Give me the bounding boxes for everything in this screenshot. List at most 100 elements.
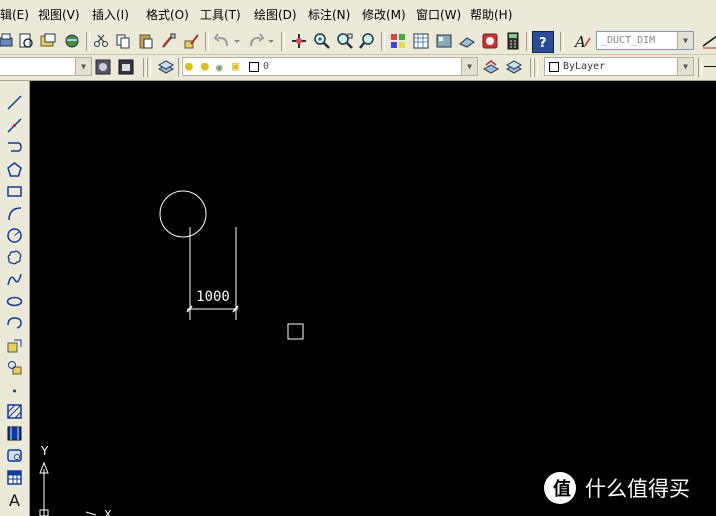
toolbar-separator bbox=[534, 58, 538, 77]
chevron-down-icon[interactable]: ▼ bbox=[75, 58, 91, 75]
lock-ui-icon[interactable] bbox=[116, 57, 136, 77]
undo-dropdown-icon[interactable] bbox=[232, 31, 242, 51]
ellipse-icon[interactable] bbox=[4, 291, 25, 311]
toolbar-separator bbox=[147, 58, 151, 77]
menu-dimension[interactable]: 标注(N) bbox=[308, 6, 350, 23]
toolbar-separator bbox=[86, 32, 90, 51]
tool-palettes-icon[interactable] bbox=[434, 31, 454, 51]
chevron-down-icon[interactable]: ▼ bbox=[677, 58, 693, 75]
drawing-canvas[interactable]: 1000 Y X bbox=[30, 81, 716, 516]
watermark: 值 什么值得买 bbox=[543, 470, 690, 506]
design-center-icon[interactable] bbox=[411, 31, 431, 51]
svg-text:A: A bbox=[9, 491, 20, 508]
text-style-icon[interactable]: A bbox=[572, 31, 592, 51]
menu-help[interactable]: 帮助(H) bbox=[470, 6, 512, 23]
draw-toolbar: A bbox=[0, 81, 30, 516]
sun-icon[interactable]: ● bbox=[201, 58, 209, 75]
menu-view[interactable]: 视图(V) bbox=[38, 6, 80, 23]
linetype-preview[interactable] bbox=[704, 66, 716, 67]
make-block-icon[interactable] bbox=[4, 357, 25, 377]
redo-icon[interactable] bbox=[246, 31, 266, 51]
toolbar-separator bbox=[281, 32, 285, 51]
region-icon[interactable] bbox=[4, 445, 25, 465]
arc-icon[interactable] bbox=[4, 203, 25, 223]
drawing-svg: 1000 Y X bbox=[39, 190, 304, 516]
circle-entity[interactable] bbox=[159, 190, 207, 238]
publish-icon[interactable] bbox=[38, 31, 58, 51]
menu-modify[interactable]: 修改(M) bbox=[362, 6, 406, 23]
zoom-window-icon[interactable] bbox=[335, 31, 355, 51]
cut-icon[interactable] bbox=[91, 31, 111, 51]
layer-combo[interactable]: ● ● ◉ ▣ 0 ▼ bbox=[182, 57, 478, 76]
dimstyle-combo[interactable]: _DUCT_DIM ▼ bbox=[596, 31, 694, 50]
menu-edit[interactable]: 辑(E) bbox=[0, 6, 29, 23]
color-swatch bbox=[549, 62, 559, 72]
lock-icon[interactable]: ▣ bbox=[232, 58, 239, 75]
polygon-icon[interactable] bbox=[4, 159, 25, 179]
calculator-icon[interactable] bbox=[503, 31, 523, 51]
multiline-text-icon[interactable]: A bbox=[4, 489, 25, 509]
zoom-previous-icon[interactable] bbox=[358, 31, 378, 51]
hatch-icon[interactable] bbox=[4, 401, 25, 421]
zoom-realtime-icon[interactable] bbox=[312, 31, 332, 51]
color-combo[interactable]: ByLayer ▼ bbox=[544, 57, 694, 76]
layer-name: 0 bbox=[263, 61, 270, 72]
chevron-down-icon[interactable]: ▼ bbox=[461, 58, 477, 75]
plot-preview-icon[interactable] bbox=[16, 31, 36, 51]
svg-text:A: A bbox=[573, 33, 586, 50]
redo-dropdown-icon[interactable] bbox=[266, 31, 276, 51]
gradient-icon[interactable] bbox=[4, 423, 25, 443]
viewport-freeze-icon[interactable]: ◉ bbox=[216, 59, 223, 75]
pan-icon[interactable] bbox=[289, 31, 309, 51]
chevron-down-icon[interactable]: ▼ bbox=[677, 32, 693, 49]
watermark-text: 什么值得买 bbox=[585, 477, 690, 501]
help-icon[interactable]: ? bbox=[532, 31, 554, 53]
dimension-text[interactable]: 1000 bbox=[196, 289, 230, 305]
workspace-combo[interactable]: ▼ bbox=[0, 57, 92, 76]
ellipse-arc-icon[interactable] bbox=[4, 313, 25, 333]
toolbar-separator bbox=[205, 32, 209, 51]
table-icon[interactable] bbox=[4, 467, 25, 487]
revision-cloud-icon[interactable] bbox=[4, 247, 25, 267]
sheet-set-icon[interactable] bbox=[457, 31, 477, 51]
dimension-style-icon[interactable] bbox=[700, 31, 716, 51]
menu-format[interactable]: 格式(O) bbox=[146, 6, 189, 23]
spline-icon[interactable] bbox=[4, 269, 25, 289]
pickbox-cursor bbox=[287, 323, 304, 340]
toolbar-separator bbox=[698, 58, 702, 77]
menu-insert[interactable]: 插入(I) bbox=[92, 6, 129, 23]
toolbar-separator bbox=[381, 32, 385, 51]
plot-icon[interactable] bbox=[0, 31, 16, 51]
make-layer-current-icon[interactable] bbox=[481, 57, 501, 77]
construction-line-icon[interactable] bbox=[4, 115, 25, 135]
ucs-x-arrow bbox=[85, 511, 97, 516]
layer-previous-icon[interactable] bbox=[504, 57, 524, 77]
layer-manager-icon[interactable] bbox=[156, 57, 176, 77]
markup-icon[interactable] bbox=[480, 31, 500, 51]
standard-toolbar: ? A _DUCT_DIM ▼ bbox=[0, 29, 716, 55]
line-icon[interactable] bbox=[4, 92, 25, 112]
layer-color-swatch[interactable] bbox=[249, 62, 259, 72]
menu-window[interactable]: 窗口(W) bbox=[416, 6, 461, 23]
properties-icon[interactable] bbox=[388, 31, 408, 51]
polyline-icon[interactable] bbox=[4, 137, 25, 157]
insert-block-icon[interactable] bbox=[4, 335, 25, 355]
undo-icon[interactable] bbox=[212, 31, 232, 51]
ucs-y-label: Y bbox=[40, 444, 49, 458]
dimstyle-value: _DUCT_DIM bbox=[601, 35, 656, 46]
block-editor-icon[interactable] bbox=[182, 31, 202, 51]
lightbulb-icon[interactable]: ● bbox=[185, 58, 193, 75]
watermark-logo-icon: 值 bbox=[544, 472, 576, 504]
menu-tools[interactable]: 工具(T) bbox=[200, 6, 241, 23]
circle-icon[interactable] bbox=[4, 225, 25, 245]
3d-dwf-icon[interactable] bbox=[62, 31, 82, 51]
paste-icon[interactable] bbox=[136, 31, 156, 51]
svg-text:?: ? bbox=[539, 36, 547, 51]
copy-icon[interactable] bbox=[113, 31, 133, 51]
rectangle-icon[interactable] bbox=[4, 181, 25, 201]
match-properties-icon[interactable] bbox=[159, 31, 179, 51]
settings-icon[interactable] bbox=[93, 57, 113, 77]
color-value: ByLayer bbox=[563, 61, 606, 72]
menu-draw[interactable]: 绘图(D) bbox=[254, 6, 297, 23]
point-icon[interactable] bbox=[4, 379, 25, 399]
